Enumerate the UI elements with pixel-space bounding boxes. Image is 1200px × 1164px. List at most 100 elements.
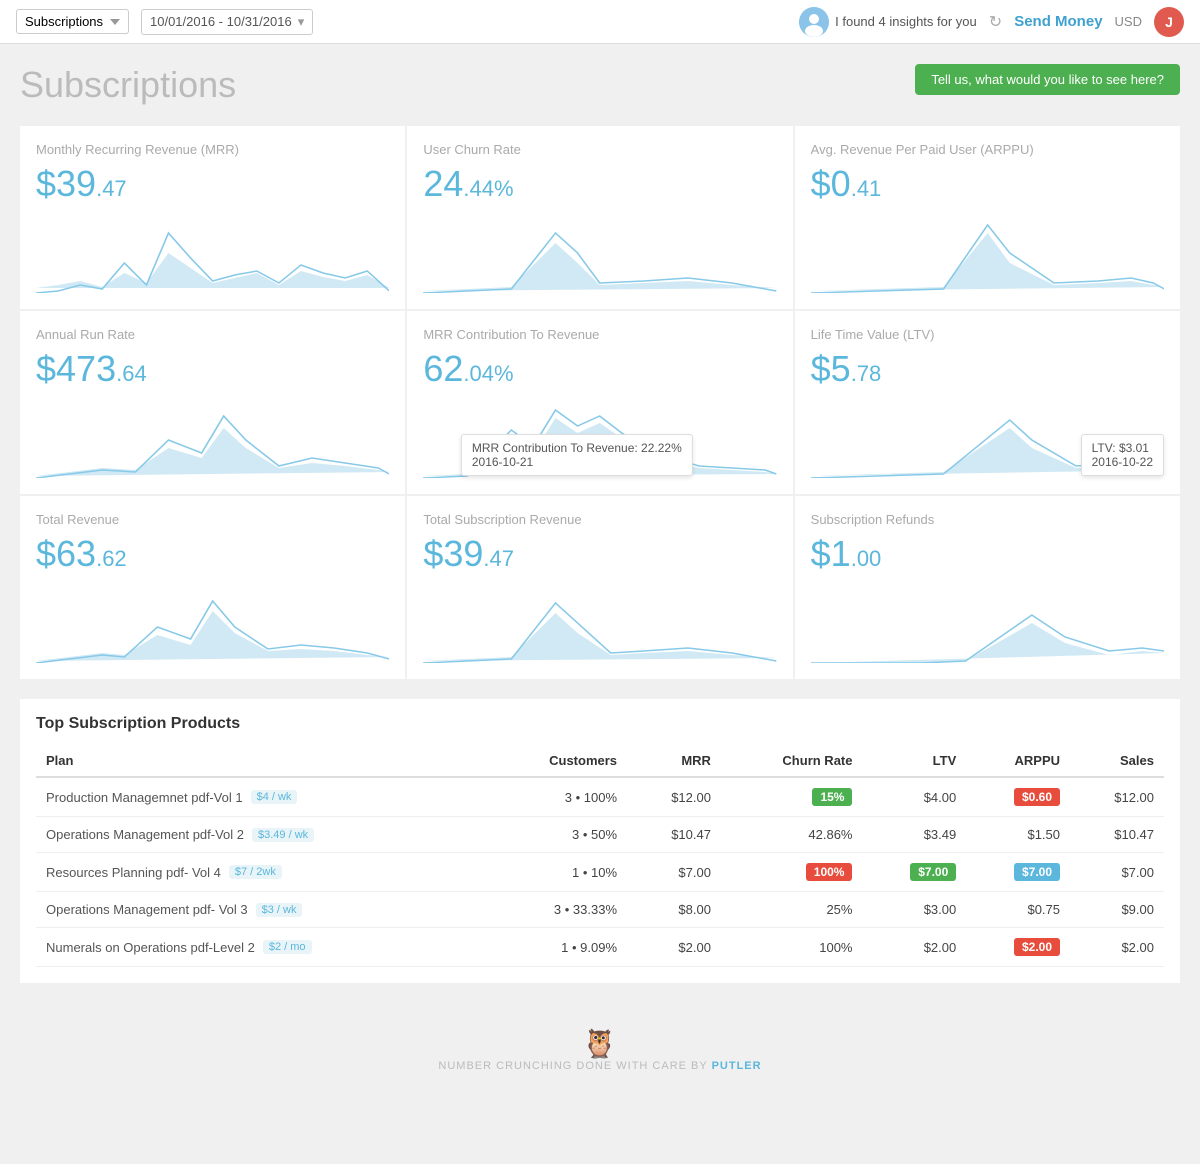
- arppu-cell: $0.75: [966, 892, 1070, 928]
- mrr-cell: $12.00: [627, 777, 721, 817]
- metric-mrr-title: Monthly Recurring Revenue (MRR): [36, 142, 389, 157]
- arppu-cell: $2.00: [966, 928, 1070, 967]
- metric-mrrcontrib: MRR Contribution To Revenue 62.04% MRR C…: [407, 311, 792, 494]
- metric-arppu-title: Avg. Revenue Per Paid User (ARPPU): [811, 142, 1164, 157]
- footer-icon: 🦉: [24, 1027, 1176, 1060]
- footer-tagline: NUMBER CRUNCHING DONE WITH CARE BY PUTLE…: [24, 1060, 1176, 1072]
- table-title: Top Subscription Products: [36, 715, 1164, 733]
- metric-refunds: Subscription Refunds $1.00: [795, 496, 1180, 679]
- currency-label: USD: [1115, 14, 1142, 29]
- metric-mrr-value: $39.47: [36, 163, 389, 205]
- col-ltv: LTV: [862, 745, 966, 777]
- mrr-cell: $10.47: [627, 817, 721, 853]
- churn-rate-cell: 25%: [721, 892, 863, 928]
- metric-subrev: Total Subscription Revenue $39.47: [407, 496, 792, 679]
- metric-churn-value: 24.44%: [423, 163, 776, 205]
- table-row: Operations Management pdf- Vol 3 $3 / wk…: [36, 892, 1164, 928]
- table-row: Numerals on Operations pdf-Level 2 $2 / …: [36, 928, 1164, 967]
- metric-mrr: Monthly Recurring Revenue (MRR) $39.47: [20, 126, 405, 309]
- metric-subrev-title: Total Subscription Revenue: [423, 512, 776, 527]
- sales-cell: $12.00: [1070, 777, 1164, 817]
- metric-mrrcontrib-value: 62.04%: [423, 348, 776, 390]
- metric-ltv-value: $5.78: [811, 348, 1164, 390]
- ltv-cell: $2.00: [862, 928, 966, 967]
- metric-arppu: Avg. Revenue Per Paid User (ARPPU) $0.41: [795, 126, 1180, 309]
- metric-ltv-title: Life Time Value (LTV): [811, 327, 1164, 342]
- metric-refunds-value: $1.00: [811, 533, 1164, 575]
- page-header: Subscriptions Tell us, what would you li…: [20, 64, 1180, 106]
- chevron-down-icon: ▾: [298, 14, 305, 30]
- user-avatar[interactable]: J: [1154, 7, 1184, 37]
- section-dropdown[interactable]: Subscriptions: [16, 9, 129, 34]
- refresh-icon[interactable]: ↻: [989, 12, 1002, 32]
- customers-cell: 3 • 50%: [489, 817, 627, 853]
- metric-ltv-chart: LTV: $3.012016-10-22: [811, 398, 1164, 478]
- churn-rate-cell: 42.86%: [721, 817, 863, 853]
- date-range-picker[interactable]: 10/01/2016 - 10/31/2016 ▾: [141, 9, 313, 35]
- insights-bar: I found 4 insights for you: [799, 7, 977, 37]
- col-mrr: MRR: [627, 745, 721, 777]
- plan-cell: Operations Management pdf- Vol 3 $3 / wk: [36, 892, 489, 928]
- table-section: Top Subscription Products Plan Customers…: [20, 699, 1180, 983]
- plan-cell: Resources Planning pdf- Vol 4 $7 / 2wk: [36, 853, 489, 892]
- footer-brand: PUTLER: [712, 1060, 762, 1072]
- metric-totalrev-chart: [36, 583, 389, 663]
- sales-cell: $10.47: [1070, 817, 1164, 853]
- metrics-grid: Monthly Recurring Revenue (MRR) $39.47 U…: [20, 126, 1180, 679]
- col-customers: Customers: [489, 745, 627, 777]
- metric-subrev-value: $39.47: [423, 533, 776, 575]
- metric-arppu-value: $0.41: [811, 163, 1164, 205]
- insights-text: I found 4 insights for you: [835, 14, 977, 29]
- sales-cell: $9.00: [1070, 892, 1164, 928]
- metric-mrrcontrib-title: MRR Contribution To Revenue: [423, 327, 776, 342]
- table-row: Operations Management pdf-Vol 2 $3.49 / …: [36, 817, 1164, 853]
- feedback-button[interactable]: Tell us, what would you like to see here…: [915, 64, 1180, 95]
- table-row: Resources Planning pdf- Vol 4 $7 / 2wk 1…: [36, 853, 1164, 892]
- col-sales: Sales: [1070, 745, 1164, 777]
- footer: 🦉 NUMBER CRUNCHING DONE WITH CARE BY PUT…: [0, 1003, 1200, 1096]
- metric-totalrev-value: $63.62: [36, 533, 389, 575]
- ltv-cell: $3.00: [862, 892, 966, 928]
- table-row: Production Managemnet pdf-Vol 1 $4 / wk …: [36, 777, 1164, 817]
- churn-rate-cell: 100%: [721, 928, 863, 967]
- main-content: Subscriptions Tell us, what would you li…: [0, 44, 1200, 1003]
- metric-refunds-title: Subscription Refunds: [811, 512, 1164, 527]
- sales-cell: $7.00: [1070, 853, 1164, 892]
- metric-arppu-chart: [811, 213, 1164, 293]
- arppu-cell: $0.60: [966, 777, 1070, 817]
- col-arppu: ARPPU: [966, 745, 1070, 777]
- insights-avatar: [799, 7, 829, 37]
- customers-cell: 3 • 100%: [489, 777, 627, 817]
- metric-arr: Annual Run Rate $473.64: [20, 311, 405, 494]
- plan-cell: Numerals on Operations pdf-Level 2 $2 / …: [36, 928, 489, 967]
- customers-cell: 1 • 10%: [489, 853, 627, 892]
- metric-churn-chart: [423, 213, 776, 293]
- mrr-cell: $7.00: [627, 853, 721, 892]
- customers-cell: 1 • 9.09%: [489, 928, 627, 967]
- plan-cell: Production Managemnet pdf-Vol 1 $4 / wk: [36, 777, 489, 817]
- col-churn-rate: Churn Rate: [721, 745, 863, 777]
- metric-arr-chart: [36, 398, 389, 478]
- metric-churn-title: User Churn Rate: [423, 142, 776, 157]
- mrrcontrib-tooltip: MRR Contribution To Revenue: 22.22%2016-…: [461, 434, 693, 476]
- metric-mrr-chart: [36, 213, 389, 293]
- ltv-tooltip: LTV: $3.012016-10-22: [1081, 434, 1164, 476]
- products-table: Plan Customers MRR Churn Rate LTV ARPPU …: [36, 745, 1164, 967]
- arppu-cell: $1.50: [966, 817, 1070, 853]
- metric-subrev-chart: [423, 583, 776, 663]
- metric-refunds-chart: [811, 583, 1164, 663]
- metric-churn: User Churn Rate 24.44%: [407, 126, 792, 309]
- table-header-row: Plan Customers MRR Churn Rate LTV ARPPU …: [36, 745, 1164, 777]
- ltv-cell: $4.00: [862, 777, 966, 817]
- mrr-cell: $8.00: [627, 892, 721, 928]
- metric-arr-value: $473.64: [36, 348, 389, 390]
- top-nav: Subscriptions 10/01/2016 - 10/31/2016 ▾ …: [0, 0, 1200, 44]
- metric-arr-title: Annual Run Rate: [36, 327, 389, 342]
- churn-rate-cell: 15%: [721, 777, 863, 817]
- send-money-button[interactable]: Send Money: [1014, 13, 1102, 30]
- churn-rate-cell: 100%: [721, 853, 863, 892]
- date-range-text: 10/01/2016 - 10/31/2016: [150, 14, 292, 29]
- customers-cell: 3 • 33.33%: [489, 892, 627, 928]
- metric-totalrev: Total Revenue $63.62: [20, 496, 405, 679]
- ltv-cell: $7.00: [862, 853, 966, 892]
